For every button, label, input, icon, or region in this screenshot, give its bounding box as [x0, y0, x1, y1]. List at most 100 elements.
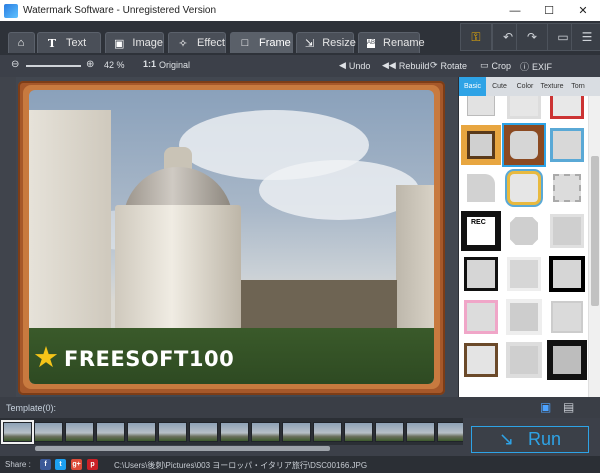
frame-option[interactable]: [461, 125, 501, 165]
filmstrip-thumbnail[interactable]: [65, 422, 94, 442]
scrollbar-thumb[interactable]: [591, 156, 599, 306]
frame-option[interactable]: [547, 297, 587, 337]
filmstrip-thumbnail[interactable]: [344, 422, 373, 442]
filmstrip-thumbnail[interactable]: [34, 422, 63, 442]
frame-option[interactable]: [547, 168, 587, 208]
tab-text[interactable]: T Text: [37, 32, 101, 53]
original-size-label[interactable]: Original: [159, 60, 190, 70]
key-icon: ⚿: [471, 29, 481, 44]
filmstrip-thumbnail[interactable]: [158, 422, 187, 442]
filmstrip-thumbnail[interactable]: [220, 422, 249, 442]
tab-image[interactable]: ▣ Image: [105, 32, 164, 53]
redo-top-button[interactable]: ↷: [516, 23, 548, 51]
home-icon: ⌂: [17, 37, 25, 49]
filmstrip-thumbnail[interactable]: [127, 422, 156, 442]
register-key-button[interactable]: ⚿: [460, 23, 492, 51]
frame-option[interactable]: [504, 254, 544, 294]
twitter-icon[interactable]: t: [55, 459, 66, 470]
filmstrip-scrollbar[interactable]: [0, 445, 463, 452]
filmstrip-thumbnail[interactable]: [251, 422, 280, 442]
tab-rename[interactable]: AB Rename: [358, 32, 425, 53]
frame-option[interactable]: [461, 168, 501, 208]
google-plus-icon[interactable]: g+: [71, 459, 82, 470]
exif-button[interactable]: ⓘ EXIF: [520, 60, 552, 73]
menu-button[interactable]: ☰: [571, 23, 600, 51]
original-size-icon[interactable]: 1:1: [143, 59, 156, 69]
frame-panel-scrollbar[interactable]: [588, 96, 600, 397]
tab-effect[interactable]: ✧ Effect: [168, 32, 226, 53]
frame-option[interactable]: [504, 297, 544, 337]
watermark-text: FREESOFT100: [64, 346, 235, 371]
city-wall: [229, 280, 397, 330]
zoom-slider[interactable]: [26, 65, 81, 67]
frame-option[interactable]: [461, 340, 501, 380]
frame-tab-texture[interactable]: Texture: [537, 77, 567, 96]
save-template-icon[interactable]: ▣: [540, 400, 551, 414]
crop-icon: ▭: [480, 60, 489, 70]
frame-tab-cute[interactable]: Cute: [486, 77, 513, 96]
frame-option[interactable]: [547, 125, 587, 165]
rebuild-label: Rebuild: [398, 60, 430, 71]
undo-label: Undo: [348, 60, 371, 71]
redo-icon: ↷: [526, 30, 538, 44]
filmstrip-thumbnail[interactable]: [313, 422, 342, 442]
rotate-button[interactable]: ⟳ Rotate: [430, 60, 467, 71]
filmstrip-thumbnail[interactable]: [96, 422, 125, 442]
filmstrip-scroll-thumb[interactable]: [35, 446, 330, 451]
chat-icon: ▭: [557, 30, 569, 44]
frame-option[interactable]: [547, 254, 587, 294]
zoom-out-icon[interactable]: ⊖: [11, 59, 19, 70]
zoom-value: 42 %: [104, 60, 125, 70]
tab-frame[interactable]: □ Frame: [230, 32, 293, 53]
undo-button[interactable]: ◀ Undo: [339, 60, 370, 71]
run-button[interactable]: ↘ Run: [471, 426, 589, 453]
photo-preview[interactable]: ★ FREESOFT100: [29, 90, 434, 384]
filmstrip-thumbnail[interactable]: [189, 422, 218, 442]
frame-option[interactable]: [504, 211, 544, 251]
close-button[interactable]: ✕: [566, 0, 600, 21]
watermark-overlay[interactable]: ★ FREESOFT100: [33, 344, 234, 373]
exif-label: EXIF: [532, 61, 553, 72]
info-icon: ⓘ: [520, 62, 530, 72]
zoom-in-icon[interactable]: ⊕: [86, 59, 94, 70]
frame-tab-color[interactable]: Color: [513, 77, 537, 96]
filmstrip-thumbnail[interactable]: [406, 422, 435, 442]
template-bar: Template(0): ▣ ▤: [0, 397, 600, 418]
frame-tab-torn[interactable]: Torn: [567, 77, 589, 96]
frame-option[interactable]: [547, 96, 587, 122]
frame-option[interactable]: [504, 340, 544, 380]
frame-option[interactable]: [504, 168, 544, 208]
crop-button[interactable]: ▭ Crop: [480, 60, 511, 71]
tab-resize[interactable]: ⇲ Resize: [296, 32, 356, 53]
frame-option-selected[interactable]: [502, 123, 546, 167]
facebook-icon[interactable]: f: [40, 459, 51, 470]
arrow-icon: ↘: [498, 429, 515, 449]
photo-frame-preview: ★ FREESOFT100: [18, 81, 445, 395]
frame-option[interactable]: [504, 96, 544, 122]
frame-option[interactable]: [461, 254, 501, 294]
frame-category-tabs: Basic Cute Color Texture Torn: [459, 77, 600, 96]
filmstrip-thumbnail[interactable]: [1, 420, 34, 444]
pinterest-icon[interactable]: p: [87, 459, 98, 470]
frame-panel: Basic Cute Color Texture Torn REC: [458, 77, 600, 397]
maximize-button[interactable]: ☐: [532, 0, 566, 21]
frame-option[interactable]: REC: [461, 211, 501, 251]
filmstrip-thumbnail[interactable]: [437, 422, 463, 442]
template-list-icon[interactable]: ▤: [563, 400, 574, 414]
frame-option[interactable]: [547, 211, 587, 251]
frame-tab-basic[interactable]: Basic: [459, 77, 486, 96]
rebuild-button[interactable]: ◀◀ Rebuild: [382, 60, 429, 71]
frame-option[interactable]: [461, 297, 501, 337]
filmstrip-thumbnail[interactable]: [282, 422, 311, 442]
baptistery-dome: [113, 145, 243, 330]
frame-option[interactable]: [547, 340, 587, 380]
frame-option[interactable]: [461, 96, 501, 122]
filmstrip-thumbnail[interactable]: [375, 422, 404, 442]
tab-label: Frame: [259, 37, 291, 49]
tab-home[interactable]: ⌂: [8, 32, 35, 53]
file-path: C:\Users\後刺\Pictures\003 ヨーロッパ・イタリア旅行\DS…: [114, 461, 368, 470]
window-title: Watermark Software - Unregistered Versio…: [23, 5, 217, 16]
frame-thumbnail-grid: REC: [459, 96, 589, 397]
minimize-button[interactable]: —: [498, 0, 532, 21]
undo-icon: ◀: [339, 60, 346, 70]
